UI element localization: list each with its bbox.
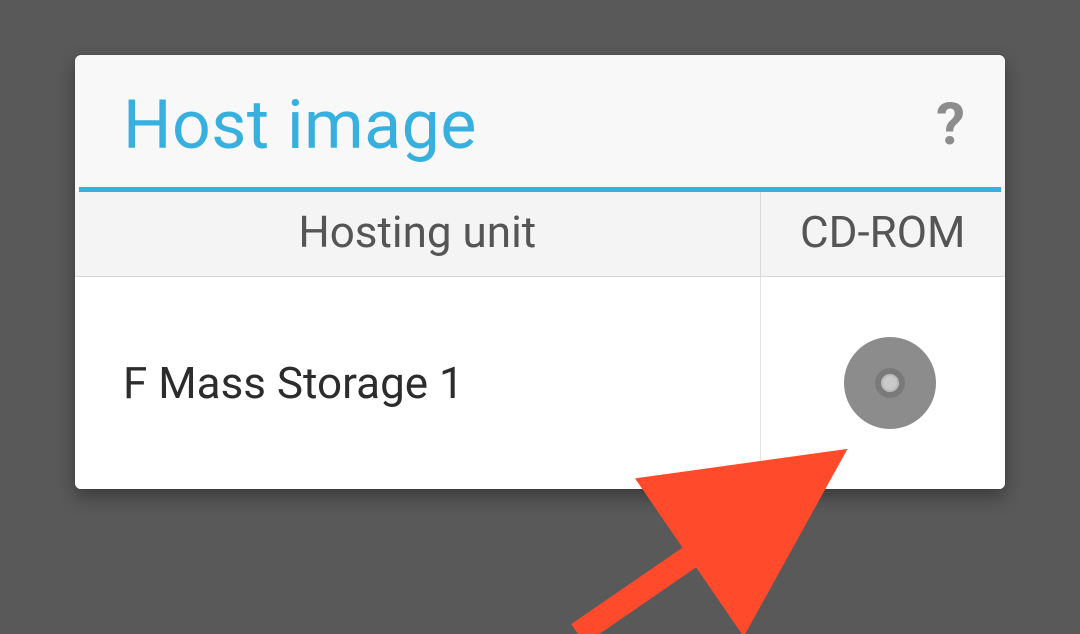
cd-rom-radio[interactable]: [844, 337, 936, 429]
column-header-cd-rom: CD-ROM: [760, 192, 1005, 277]
column-header-hosting-unit: Hosting unit: [75, 192, 760, 277]
dialog-header: Host image ?: [75, 55, 1005, 187]
dialog-title: Host image: [123, 85, 477, 165]
table-row: F Mass Storage 1: [75, 277, 1005, 490]
host-image-dialog: Host image ? Hosting unit CD-ROM F Mass …: [75, 55, 1005, 489]
hosting-table: Hosting unit CD-ROM F Mass Storage 1: [75, 192, 1005, 489]
radio-inner-icon: [875, 368, 905, 398]
help-icon[interactable]: ?: [936, 96, 965, 154]
cd-rom-cell: [760, 277, 1005, 490]
hosting-unit-cell: F Mass Storage 1: [75, 277, 760, 490]
